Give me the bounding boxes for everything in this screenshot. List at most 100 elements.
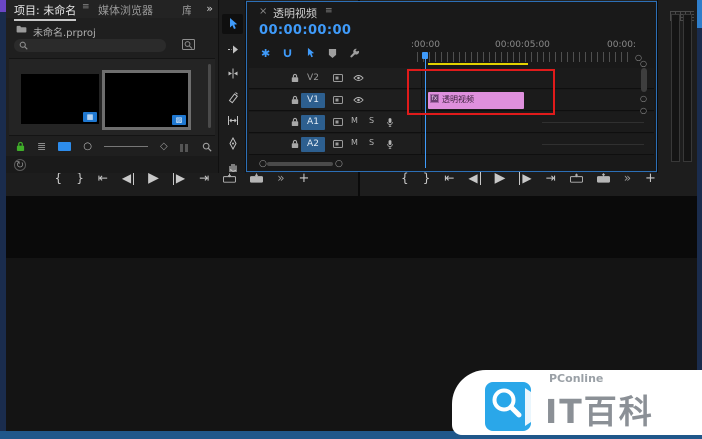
step-forward-button[interactable]: ▶ <box>173 171 185 185</box>
filmstrip-badge-icon: ▦ <box>83 112 97 122</box>
project-panel-header: 项目: 未命名 ≡ 媒体浏览器 库 » <box>6 0 218 18</box>
hscroll-handle-left[interactable]: ○ <box>259 159 267 169</box>
snap-magnet-icon[interactable] <box>282 48 293 59</box>
sync-lock-icon[interactable] <box>333 118 343 126</box>
tab-libraries[interactable]: 库 <box>182 2 191 18</box>
step-forward-button[interactable]: ▶ <box>519 171 531 185</box>
goto-out-button[interactable]: ⇥ <box>199 171 209 185</box>
vscroll-handle-bottom[interactable]: ○ <box>640 106 647 115</box>
slip-tool[interactable] <box>222 110 243 130</box>
vscroll-track[interactable] <box>641 68 647 92</box>
track-target-a1[interactable]: A1 <box>301 115 325 130</box>
search-icon <box>19 41 28 50</box>
timeline-settings-wrench-icon[interactable] <box>349 48 360 59</box>
audio-meter-right <box>683 14 692 162</box>
tab-media-browser[interactable]: 媒体浏览器 <box>98 2 153 18</box>
work-area-bar[interactable] <box>428 63 528 65</box>
timeline-panel-menu-icon[interactable]: ≡ <box>325 6 333 16</box>
track-output-eye-icon[interactable] <box>353 96 364 104</box>
track-content-a2[interactable] <box>421 134 654 154</box>
watermark: PConline IT百科 <box>452 370 702 435</box>
ripple-edit-tool[interactable] <box>222 63 243 83</box>
sync-lock-icon[interactable] <box>333 96 343 104</box>
watermark-brand: PConline <box>549 372 603 385</box>
project-scrollbar[interactable] <box>208 64 211 128</box>
search-input[interactable] <box>14 39 166 52</box>
voiceover-mic-icon[interactable] <box>386 139 394 150</box>
track-content-a1[interactable] <box>421 112 654 132</box>
overwrite-button[interactable] <box>250 173 263 183</box>
track-target-v1[interactable]: V1 <box>301 93 325 108</box>
voiceover-mic-icon[interactable] <box>386 117 394 128</box>
mark-out-button[interactable]: } <box>76 171 84 185</box>
pen-tool[interactable] <box>222 133 243 153</box>
track-output-eye-icon[interactable] <box>353 74 364 82</box>
watermark-magnifier-icon <box>485 382 531 431</box>
mute-button[interactable]: M <box>351 138 358 147</box>
track-target-a2[interactable]: A2 <box>301 137 325 152</box>
zoom-slider-handle[interactable]: ○ <box>83 141 92 152</box>
play-button[interactable]: ▶ <box>495 170 506 186</box>
project-bin-contents: ▦ ▨ <box>9 58 215 136</box>
find-icon[interactable] <box>202 142 212 152</box>
solo-button[interactable]: S <box>369 138 374 147</box>
vscroll-handle-mid[interactable]: ○ <box>640 94 647 103</box>
transparent-video-badge-icon: ▨ <box>172 115 186 125</box>
vscroll-handle-top[interactable]: ○ <box>640 59 647 68</box>
timeline-ruler[interactable] <box>417 52 633 62</box>
project-panel-overflow[interactable]: » <box>206 2 213 15</box>
readonly-lock-icon[interactable] <box>16 141 25 152</box>
transport-more-button[interactable]: » <box>624 171 631 185</box>
button-editor-button[interactable]: + <box>645 171 656 186</box>
watermark-logo-square <box>485 382 531 431</box>
step-back-button[interactable]: ◀ <box>122 171 134 185</box>
hscroll-track[interactable] <box>267 162 333 166</box>
track-target-v2[interactable]: V2 <box>301 71 325 86</box>
mute-button[interactable]: M <box>351 116 358 125</box>
mark-out-button[interactable]: } <box>423 171 431 185</box>
transport-more-button[interactable]: » <box>277 171 284 185</box>
goto-in-button[interactable]: ⇤ <box>98 171 108 185</box>
find-bin-icon[interactable] <box>182 39 195 50</box>
mark-in-button[interactable]: { <box>55 171 63 185</box>
tab-project[interactable]: 项目: 未命名 <box>14 2 76 21</box>
track-lock-icon[interactable] <box>291 95 299 105</box>
lift-button[interactable] <box>570 173 583 183</box>
new-bin-icon[interactable] <box>180 137 190 156</box>
zoom-slider-track[interactable] <box>104 146 148 147</box>
project-panel-menu-icon[interactable]: ≡ <box>82 2 90 12</box>
thumbnail-image: ▨ <box>105 73 188 127</box>
insert-as-nest-icon[interactable]: ✱ <box>261 47 270 60</box>
project-item-thumbnail[interactable]: ▦ <box>21 74 99 124</box>
automate-to-sequence-icon[interactable]: ◇ <box>160 141 168 152</box>
hand-tool[interactable] <box>222 156 243 176</box>
project-file-name[interactable]: 未命名.prproj <box>33 24 96 39</box>
list-view-icon[interactable]: ≣ <box>37 140 46 153</box>
sync-status-icon[interactable]: ↻ <box>14 159 26 171</box>
selection-tool[interactable] <box>222 14 243 34</box>
sync-lock-icon[interactable] <box>333 74 343 82</box>
goto-in-button[interactable]: ⇤ <box>444 171 454 185</box>
timeline-panel: × 透明视频 ≡ 00:00:00:00 ✱ :00:00 00:00:05:0… <box>246 1 657 172</box>
add-marker-icon[interactable] <box>328 48 337 59</box>
hscroll-handle-right[interactable]: ○ <box>335 159 343 169</box>
track-lock-icon[interactable] <box>291 117 299 127</box>
button-editor-button[interactable]: + <box>299 171 310 186</box>
timeline-close-icon[interactable]: × <box>259 6 267 17</box>
linked-selection-icon[interactable] <box>305 47 316 59</box>
sync-lock-icon[interactable] <box>333 140 343 148</box>
mark-in-button[interactable]: { <box>401 171 409 185</box>
goto-out-button[interactable]: ⇥ <box>546 171 556 185</box>
track-select-forward-tool[interactable] <box>222 39 243 59</box>
step-back-button[interactable]: ◀ <box>468 171 480 185</box>
solo-button[interactable]: S <box>369 116 374 125</box>
ruler-label-0: :00:00 <box>411 40 440 50</box>
timeline-tab[interactable]: 透明视频 <box>273 5 317 21</box>
track-lock-icon[interactable] <box>291 139 299 149</box>
icon-view-icon[interactable] <box>58 142 71 151</box>
project-item-thumbnail-selected[interactable]: ▨ <box>102 70 191 130</box>
razor-tool[interactable] <box>222 87 243 107</box>
extract-button[interactable] <box>597 173 610 183</box>
track-lock-icon[interactable] <box>291 73 299 83</box>
timeline-timecode[interactable]: 00:00:00:00 <box>259 23 351 38</box>
